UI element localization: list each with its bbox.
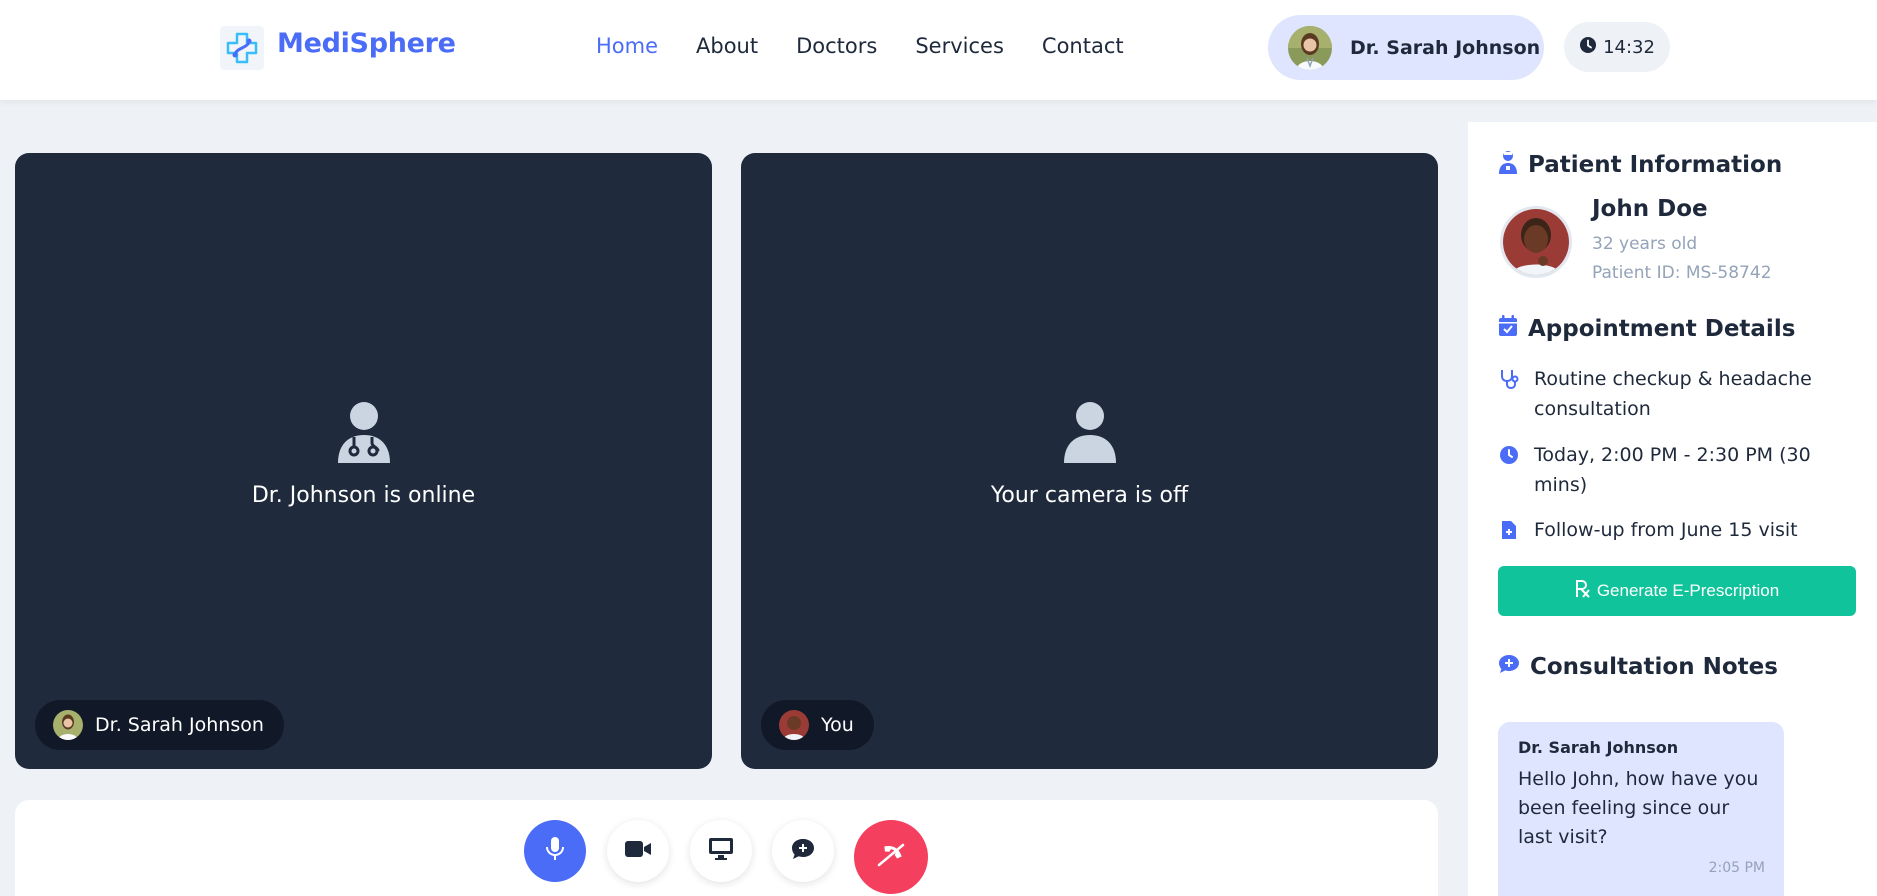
calendar-icon bbox=[1498, 315, 1518, 343]
remote-video-tile[interactable]: Dr. Johnson is online Dr. Sarah Johnson bbox=[15, 153, 712, 769]
doctor-avatar bbox=[1288, 25, 1332, 70]
user-name: Dr. Sarah Johnson bbox=[1350, 36, 1541, 59]
chat-icon bbox=[790, 837, 816, 865]
chat-button[interactable] bbox=[772, 820, 834, 882]
microphone-button[interactable] bbox=[524, 820, 586, 882]
clock-icon bbox=[1579, 36, 1597, 59]
patient-avatar bbox=[1500, 206, 1572, 278]
logo-icon[interactable] bbox=[220, 26, 264, 70]
patient-icon bbox=[1498, 150, 1518, 180]
appointment-time-text: Today, 2:00 PM - 2:30 PM (30 mins) bbox=[1534, 444, 1811, 496]
patient-age: 32 years old bbox=[1592, 234, 1698, 254]
patient-info-title: Patient Information bbox=[1498, 150, 1782, 180]
note-author: Dr. Sarah Johnson bbox=[1518, 738, 1679, 757]
stethoscope-icon bbox=[1498, 364, 1520, 394]
appointment-reason: Routine checkup & headache consultation bbox=[1498, 364, 1848, 424]
end-call-button[interactable] bbox=[854, 820, 928, 894]
appointment-followup-text: Follow-up from June 15 visit bbox=[1534, 519, 1798, 541]
end-call-icon bbox=[875, 841, 907, 873]
clock-icon bbox=[1498, 440, 1520, 470]
patient-id: Patient ID: MS-58742 bbox=[1592, 263, 1772, 283]
consultation-note-message: Dr. Sarah Johnson Hello John, how have y… bbox=[1498, 722, 1784, 896]
user-profile-pill[interactable]: Dr. Sarah Johnson bbox=[1268, 15, 1544, 80]
brand-name[interactable]: MediSphere bbox=[277, 28, 456, 59]
consultation-sidebar: Patient Information John Doe 32 years ol… bbox=[1468, 122, 1877, 896]
note-text: Hello John, how have you been feeling si… bbox=[1518, 768, 1759, 848]
appointment-details-title: Appointment Details bbox=[1498, 315, 1795, 343]
microphone-icon bbox=[544, 836, 566, 866]
local-placeholder: Your camera is off bbox=[741, 401, 1438, 508]
remote-participant-label: Dr. Sarah Johnson bbox=[35, 700, 284, 750]
clock-badge: 14:32 bbox=[1564, 22, 1670, 72]
doctor-icon bbox=[336, 401, 392, 467]
main-nav: Home About Doctors Services Contact bbox=[596, 34, 1124, 58]
local-participant-label: You bbox=[761, 700, 874, 750]
patient-info-heading: Patient Information bbox=[1528, 152, 1783, 178]
remote-status-text: Dr. Johnson is online bbox=[251, 483, 476, 508]
local-participant-name: You bbox=[821, 714, 854, 736]
user-icon bbox=[1062, 401, 1118, 467]
consultation-notes-title: Consultation Notes bbox=[1498, 654, 1778, 680]
prescription-icon bbox=[1575, 579, 1591, 603]
video-camera-icon bbox=[624, 839, 652, 863]
call-controls-bar bbox=[15, 800, 1438, 896]
remote-participant-name: Dr. Sarah Johnson bbox=[95, 714, 264, 736]
nav-contact[interactable]: Contact bbox=[1042, 34, 1124, 58]
consultation-notes-heading: Consultation Notes bbox=[1530, 654, 1778, 680]
note-timestamp: 2:05 PM bbox=[1708, 860, 1765, 876]
local-video-tile[interactable]: Your camera is off You bbox=[741, 153, 1438, 769]
video-toggle-button[interactable] bbox=[607, 820, 669, 882]
patient-mini-avatar bbox=[779, 710, 809, 740]
nav-home[interactable]: Home bbox=[596, 34, 658, 58]
chat-plus-icon bbox=[1498, 654, 1520, 680]
remote-placeholder: Dr. Johnson is online bbox=[15, 401, 712, 508]
local-status-text: Your camera is off bbox=[990, 483, 1189, 508]
medical-file-icon bbox=[1498, 515, 1520, 545]
screen-share-icon bbox=[708, 837, 734, 865]
generate-prescription-button[interactable]: Generate E-Prescription bbox=[1498, 566, 1856, 616]
nav-about[interactable]: About bbox=[696, 34, 758, 58]
appointment-details-heading: Appointment Details bbox=[1528, 316, 1796, 342]
clock-time: 14:32 bbox=[1603, 36, 1655, 58]
top-header: MediSphere Home About Doctors Services C… bbox=[0, 0, 1877, 100]
appointment-followup: Follow-up from June 15 visit bbox=[1498, 515, 1848, 545]
patient-name: John Doe bbox=[1592, 196, 1708, 222]
appointment-time: Today, 2:00 PM - 2:30 PM (30 mins) bbox=[1498, 440, 1848, 500]
screen-share-button[interactable] bbox=[690, 820, 752, 882]
doctor-mini-avatar bbox=[53, 710, 83, 740]
generate-prescription-label: Generate E-Prescription bbox=[1596, 581, 1780, 600]
nav-doctors[interactable]: Doctors bbox=[796, 34, 877, 58]
appointment-reason-text: Routine checkup & headache consultation bbox=[1534, 368, 1812, 420]
nav-services[interactable]: Services bbox=[915, 34, 1004, 58]
